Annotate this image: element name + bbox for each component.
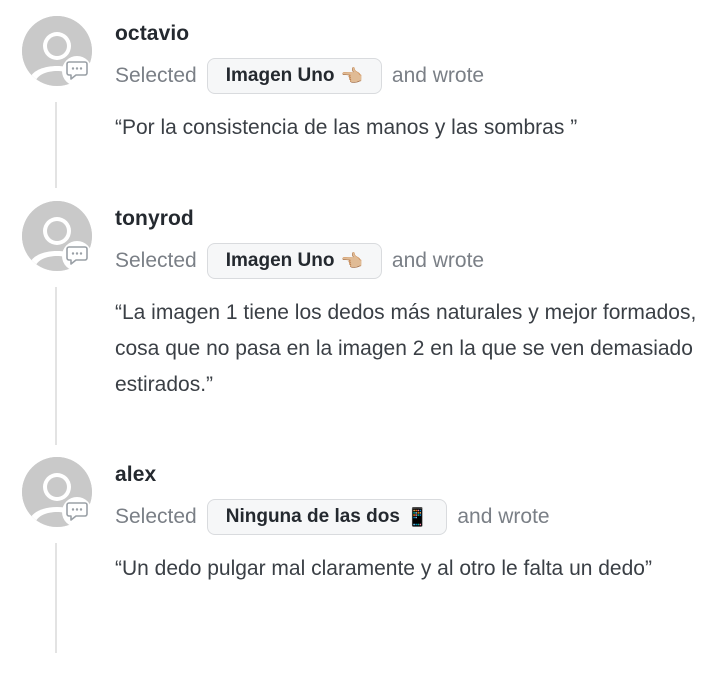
thread-line — [55, 287, 57, 445]
selection-summary: Selected Ninguna de las dos 📱 and wrote — [115, 498, 550, 536]
wrote-label: and wrote — [457, 505, 550, 528]
choice-label: Ninguna de las dos — [225, 506, 400, 527]
selection-summary: Selected Imagen Uno 👈🏼 and wrote — [115, 57, 484, 95]
comment-text: “Un dedo pulgar mal claramente y al otro… — [115, 557, 652, 580]
selected-label: Selected — [115, 64, 197, 87]
pointing-hand-icon: 👈🏼 — [340, 65, 363, 86]
username[interactable]: tonyrod — [115, 207, 194, 231]
comment-bubble-badge — [62, 241, 92, 271]
wrote-label: and wrote — [391, 249, 485, 272]
pointing-hand-icon: 👈🏼 — [340, 250, 363, 271]
comment-text: “Por la consistencia de las manos y las … — [115, 116, 578, 139]
comment-text: “La imagen 1 tiene los dedos más natural… — [115, 301, 697, 396]
thread-line — [55, 543, 57, 653]
selected-label: Selected — [115, 505, 197, 528]
avatar-wrap — [22, 457, 98, 527]
avatar-wrap — [22, 201, 98, 271]
comment-bubble-badge — [62, 56, 92, 86]
comment-bubble-icon — [66, 502, 88, 521]
comment-bubble-badge — [62, 497, 92, 527]
wrote-label: and wrote — [391, 64, 485, 87]
avatar-wrap — [22, 16, 98, 86]
choice-chip[interactable]: Ninguna de las dos 📱 — [206, 499, 448, 535]
comment-feed: octavio Selected Imagen Uno 👈🏼 and wrote… — [0, 0, 728, 678]
phone-icon: 📱 — [405, 506, 429, 527]
comment-bubble-icon — [66, 246, 88, 265]
choice-label: Imagen Uno — [225, 65, 335, 86]
choice-chip[interactable]: Imagen Uno 👈🏼 — [206, 243, 382, 279]
choice-label: Imagen Uno — [225, 250, 335, 271]
selection-summary: Selected Imagen Uno 👈🏼 and wrote — [115, 242, 484, 280]
comment-bubble-icon — [66, 61, 88, 80]
choice-chip[interactable]: Imagen Uno 👈🏼 — [206, 58, 382, 94]
username[interactable]: octavio — [115, 22, 189, 46]
username[interactable]: alex — [115, 463, 156, 487]
selected-label: Selected — [115, 249, 197, 272]
thread-line — [55, 102, 57, 188]
